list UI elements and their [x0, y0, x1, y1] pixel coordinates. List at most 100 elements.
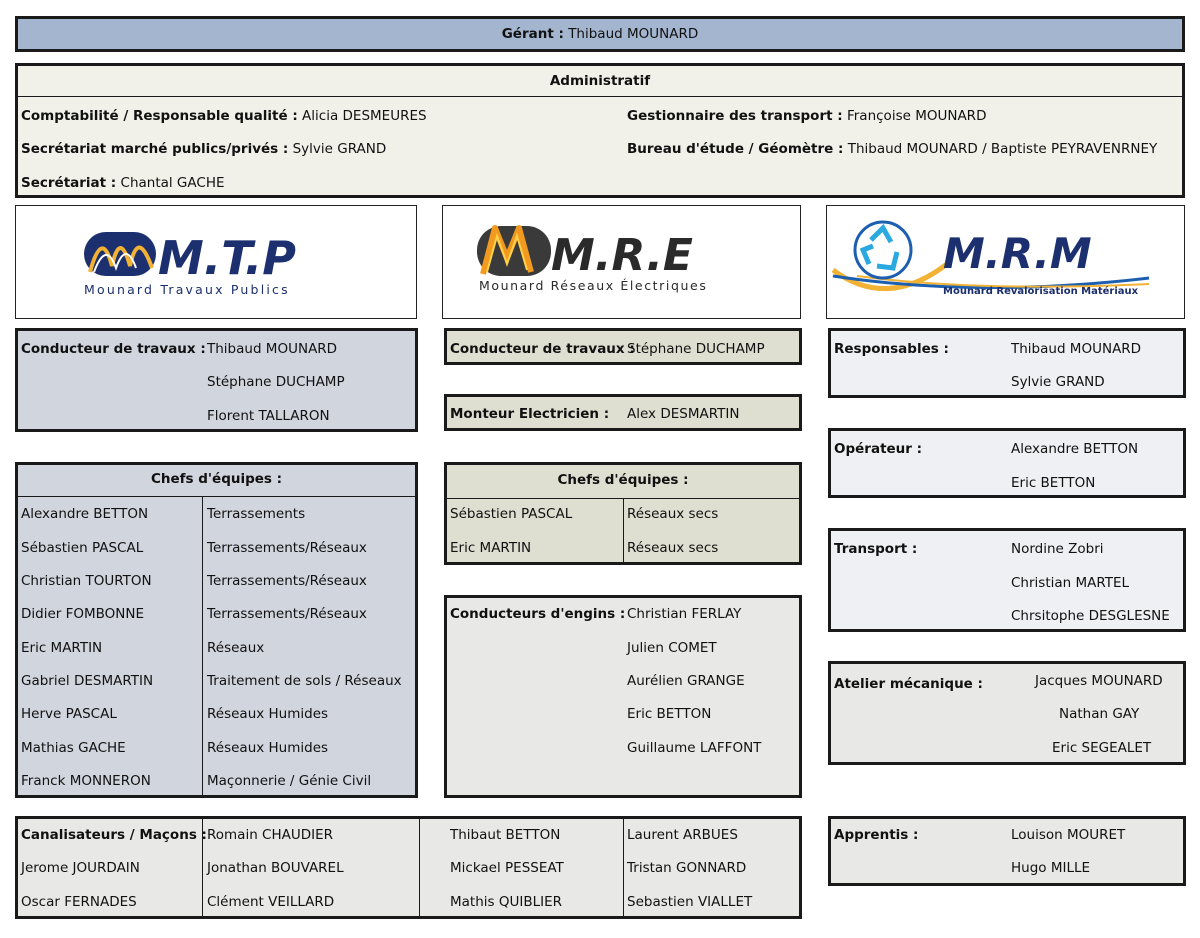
mtp-conducteur-name: Thibaud MOUNARD: [207, 341, 338, 357]
admin-value: Thibaud MOUNARD / Baptiste PEYRAVENRNEY: [847, 141, 1158, 157]
canalisateur-name: Jerome JOURDAIN: [21, 860, 140, 876]
mtp-chefs-divider: [202, 496, 203, 795]
mrm-atelier-box: Atelier mécanique : Jacques MOUNARD Nath…: [828, 661, 1186, 765]
admin-row: Comptabilité / Responsable qualité : Ali…: [21, 108, 427, 124]
mre-emblem: [477, 225, 551, 276]
mrm-responsables-box: Responsables : Thibaud MOUNARD Sylvie GR…: [828, 328, 1186, 398]
mre-conducteur-label: Conducteur de travaux :: [450, 341, 635, 357]
mrm-logo-title: M.R.M: [943, 229, 1092, 278]
mrm-transport-label: Transport :: [834, 541, 918, 557]
mtp-chefs-table: Chefs d'équipes : Alexandre BETTON Terra…: [15, 462, 418, 798]
table-row-role: Réseaux: [207, 640, 265, 656]
mrm-transport-name: Chrsitophe DESGLESNE: [1011, 608, 1170, 624]
gerant-bar: Gérant : Thibaud MOUNARD: [15, 16, 1185, 52]
admin-row: Gestionnaire des transport : Françoise M…: [627, 108, 986, 124]
canalisateur-name: Clément VEILLARD: [207, 894, 335, 910]
table-row-role: Terrassements/Réseaux: [207, 540, 367, 556]
canalisateur-name: Thibaut BETTON: [450, 827, 561, 843]
mrm-apprentis-name: Louison MOURET: [1011, 827, 1126, 843]
mrm-atelier-label: Atelier mécanique :: [834, 676, 983, 692]
mre-conducteur-box: Conducteur de travaux : Stéphane DUCHAMP: [444, 328, 802, 365]
mtp-chefs-title: Chefs d'équipes :: [18, 465, 415, 497]
mrm-apprentis-name: Hugo MILLE: [1011, 860, 1091, 876]
admin-row: Secrétariat : Chantal GACHE: [21, 175, 225, 191]
canalisateur-name: Romain CHAUDIER: [207, 827, 334, 843]
admin-label: Bureau d'étude / Géomètre :: [627, 141, 844, 157]
mtp-logo: M.T.P Mounard Travaux Publics: [15, 205, 417, 319]
mrm-transport-name: Christian MARTEL: [1011, 575, 1130, 591]
admin-label: Gestionnaire des transport :: [627, 108, 843, 124]
canalisateur-name: Jonathan BOUVAREL: [207, 860, 344, 876]
admin-value: Françoise MOUNARD: [846, 108, 987, 124]
admin-title: Administratif: [18, 66, 1182, 97]
admin-panel: Administratif Comptabilité / Responsable…: [15, 63, 1185, 198]
canalisateur-name: Mathis QUIBLIER: [450, 894, 563, 910]
admin-value: Chantal GACHE: [120, 175, 225, 191]
mtp-logo-title: M.T.P: [158, 231, 296, 285]
mrm-logo: M.R.M Mounard Revalorisation Matériaux: [826, 205, 1185, 319]
mre-logo-title: M.R.E: [551, 230, 693, 281]
table-row-role: Réseaux Humides: [207, 740, 329, 756]
gerant-name: Thibaud MOUNARD: [568, 26, 699, 42]
mrm-apprentis-box: Apprentis : Louison MOURET Hugo MILLE: [828, 816, 1186, 886]
mtp-logo-svg: M.T.P Mounard Travaux Publics: [84, 231, 296, 297]
mrm-responsable-name: Thibaud MOUNARD: [1011, 341, 1142, 357]
mrm-atelier-name: Jacques MOUNARD: [1035, 673, 1163, 689]
mre-monteur-box: Monteur Electricien : Alex DESMARTIN: [444, 394, 802, 431]
mtp-logo-subtitle: Mounard Travaux Publics: [84, 282, 290, 297]
mtp-conducteurs-label: Conducteur de travaux :: [21, 341, 206, 357]
table-row-name: Christian TOURTON: [21, 573, 152, 589]
mrm-operateur-box: Opérateur : Alexandre BETTON Eric BETTON: [828, 428, 1186, 498]
table-row-name: Herve PASCAL: [21, 706, 117, 722]
canalisateur-name: Mickael PESSEAT: [450, 860, 564, 876]
mre-engins-name: Aurélien GRANGE: [627, 673, 745, 689]
mre-engins-name: Eric BETTON: [627, 706, 712, 722]
mrm-logo-svg: M.R.M Mounard Revalorisation Matériaux: [831, 220, 1150, 297]
table-row-name: Sébastien PASCAL: [21, 540, 144, 556]
mrm-responsable-name: Sylvie GRAND: [1011, 374, 1105, 390]
table-row-name: Franck MONNERON: [21, 773, 151, 789]
mtp-conducteurs-box: Conducteur de travaux : Thibaud MOUNARD …: [15, 328, 418, 432]
canalisateurs-divider: [623, 819, 624, 916]
canalisateurs-label: Canalisateurs / Maçons :: [21, 827, 207, 843]
mtp-emblem: [84, 232, 156, 276]
table-row-role: Terrassements: [207, 506, 306, 522]
mrm-operateur-label: Opérateur :: [834, 441, 923, 457]
canalisateurs-divider: [419, 819, 420, 916]
mre-engins-name: Christian FERLAY: [627, 606, 742, 622]
mrm-transport-name: Nordine Zobri: [1011, 541, 1104, 557]
table-row-role: Réseaux Humides: [207, 706, 329, 722]
mre-logo-svg: M.R.E Mounard Réseaux Électriques: [477, 225, 707, 293]
mre-chefs-table: Chefs d'équipes : Sébastien PASCAL Résea…: [444, 462, 802, 565]
admin-row: Bureau d'étude / Géomètre : Thibaud MOUN…: [627, 141, 1157, 157]
table-row-name: Alexandre BETTON: [21, 506, 149, 522]
table-row-name: Gabriel DESMARTIN: [21, 673, 154, 689]
table-row-name: Didier FOMBONNE: [21, 606, 145, 622]
mre-engins-label: Conducteurs d'engins :: [450, 606, 626, 622]
table-row-name: Mathias GACHE: [21, 740, 126, 756]
admin-value: Alicia DESMEURES: [302, 108, 427, 124]
admin-value: Sylvie GRAND: [292, 141, 387, 157]
mrm-atelier-name: Eric SEGEALET: [1052, 740, 1152, 756]
mre-logo: M.R.E Mounard Réseaux Électriques: [442, 205, 801, 319]
mrm-operateur-name: Eric BETTON: [1011, 475, 1096, 491]
admin-row: Secrétariat marché publics/privés : Sylv…: [21, 141, 386, 157]
table-row-name: Eric MARTIN: [21, 640, 103, 656]
canalisateur-name: Laurent ARBUES: [627, 827, 738, 843]
table-row-role: Réseaux secs: [627, 540, 719, 556]
table-row-role: Terrassements/Réseaux: [207, 573, 367, 589]
admin-label: Comptabilité / Responsable qualité :: [21, 108, 298, 124]
mre-logo-subtitle: Mounard Réseaux Électriques: [479, 278, 707, 293]
gerant-label: Gérant :: [501, 26, 564, 42]
canalisateurs-box: Canalisateurs / Maçons : Jerome JOURDAIN…: [15, 816, 802, 919]
mrm-apprentis-label: Apprentis :: [834, 827, 919, 843]
table-row-role: Traitement de sols / Réseaux: [207, 673, 402, 689]
canalisateur-name: Oscar FERNADES: [21, 894, 137, 910]
mrm-transport-box: Transport : Nordine Zobri Christian MART…: [828, 528, 1186, 632]
admin-label: Secrétariat :: [21, 175, 117, 191]
mre-engins-box: Conducteurs d'engins : Christian FERLAY …: [444, 595, 802, 798]
mre-monteur-label: Monteur Electricien :: [450, 406, 610, 422]
mtp-conducteur-name: Florent TALLARON: [207, 408, 330, 424]
mrm-responsables-label: Responsables :: [834, 341, 949, 357]
mre-engins-name: Julien COMET: [627, 640, 717, 656]
